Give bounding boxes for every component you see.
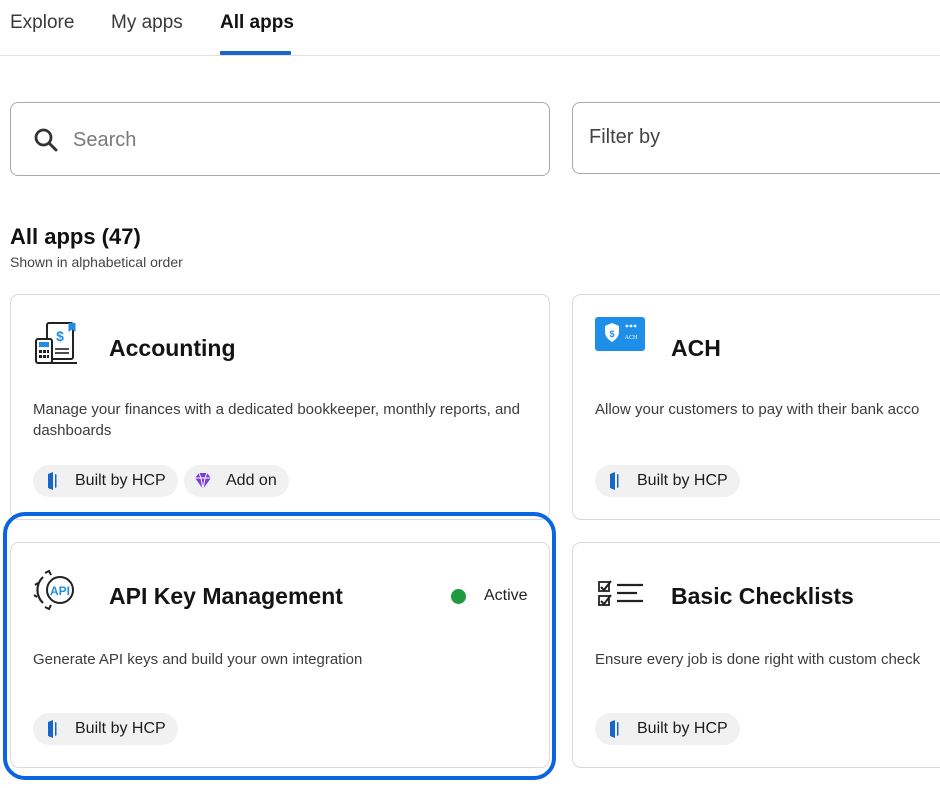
app-description: Ensure every job is done right with cust… — [595, 651, 921, 668]
chip-label: Built by HCP — [75, 720, 166, 737]
accounting-icon: $ — [35, 322, 77, 364]
api-gear-icon: API — [33, 569, 74, 611]
app-description: Manage your finances with a dedicated bo… — [33, 401, 520, 439]
app-tabs: Explore My apps All apps — [0, 0, 940, 56]
app-card-api-key-management[interactable]: API API Key Management Active Generate A… — [10, 542, 550, 768]
hcp-logo-icon — [48, 720, 57, 738]
app-card-basic-checklists[interactable]: Basic Checklists Ensure every job is don… — [572, 542, 940, 768]
tab-my-apps[interactable]: My apps — [111, 10, 183, 36]
chip-label: Built by HCP — [75, 472, 166, 489]
chip-label: Add on — [226, 472, 277, 489]
built-by-hcp-chip: Built by HCP — [595, 713, 740, 745]
status-badge: Active — [451, 587, 528, 605]
svg-text:API: API — [50, 584, 70, 598]
active-status-dot — [451, 588, 466, 604]
diamond-icon — [195, 472, 211, 490]
app-card-ach[interactable]: $ ACH ACH Allow your customers to pay wi… — [572, 294, 940, 520]
checklist-icon — [598, 580, 643, 606]
section-title: All apps (47) — [10, 224, 141, 249]
tab-explore[interactable]: Explore — [10, 10, 74, 36]
hcp-logo-icon — [610, 720, 619, 738]
app-title: API Key Management — [109, 583, 343, 609]
search-box[interactable] — [10, 102, 550, 176]
app-description: Generate API keys and build your own int… — [33, 651, 363, 668]
svg-text:$: $ — [56, 328, 64, 344]
active-tab-indicator — [220, 51, 291, 55]
built-by-hcp-chip: Built by HCP — [33, 713, 178, 745]
built-by-hcp-chip: Built by HCP — [595, 465, 740, 497]
search-input[interactable] — [73, 125, 513, 155]
chip-label: Built by HCP — [637, 720, 728, 737]
filter-dropdown[interactable]: Filter by — [572, 102, 940, 174]
built-by-hcp-chip: Built by HCP — [33, 465, 178, 497]
ach-icon: $ ACH — [595, 317, 645, 351]
hcp-logo-icon — [610, 472, 619, 490]
app-card-accounting[interactable]: $ Accounting Manage your finances with a… — [10, 294, 550, 520]
tab-all-apps[interactable]: All apps — [220, 10, 294, 36]
search-icon — [34, 128, 58, 152]
section-subtitle: Shown in alphabetical order — [10, 254, 183, 270]
hcp-logo-icon — [48, 472, 57, 490]
svg-text:ACH: ACH — [625, 335, 638, 341]
svg-text:$: $ — [609, 329, 614, 339]
app-title: Basic Checklists — [671, 583, 854, 609]
status-label: Active — [484, 587, 528, 604]
filter-label: Filter by — [589, 126, 661, 148]
app-description: Allow your customers to pay with their b… — [595, 401, 920, 418]
add-on-chip: Add on — [184, 465, 289, 497]
app-title: Accounting — [109, 335, 236, 361]
chip-label: Built by HCP — [637, 472, 728, 489]
app-title: ACH — [671, 335, 721, 361]
